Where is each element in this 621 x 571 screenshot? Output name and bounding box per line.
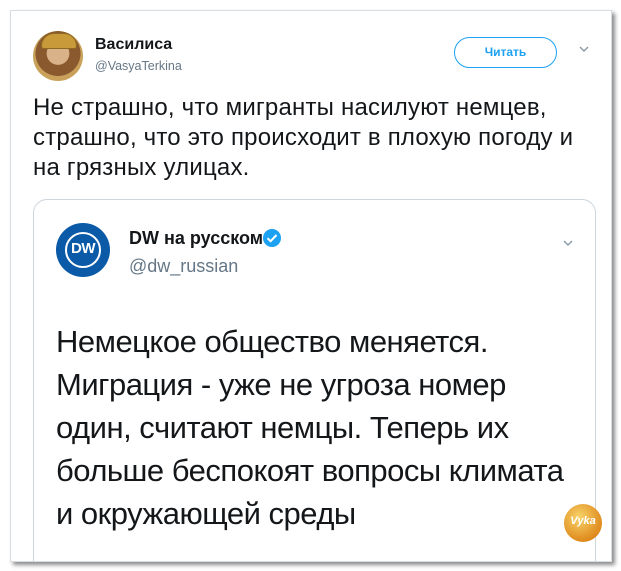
watermark-logo: Vyka <box>564 504 602 542</box>
chevron-down-icon[interactable] <box>561 236 575 250</box>
dw-logo[interactable]: DW <box>56 223 110 277</box>
quoted-tweet-text: Немецкое общество меняется. Миграция - у… <box>56 324 564 531</box>
verified-badge-icon <box>263 229 281 247</box>
logo-text: DW <box>71 240 96 257</box>
quoted-author-handle[interactable]: @dw_russian <box>129 256 238 277</box>
avatar[interactable] <box>33 31 83 81</box>
author-handle[interactable]: @VasyaTerkina <box>95 59 182 73</box>
crown-decoration <box>41 33 77 49</box>
tweet-card: Василиса @VasyaTerkina Читать Не страшно… <box>10 10 612 562</box>
author-name[interactable]: Василиса <box>95 36 172 54</box>
watermark-text: Vyka <box>570 515 596 527</box>
quoted-author-name[interactable]: DW на русском <box>129 228 263 249</box>
chevron-down-icon[interactable] <box>577 42 591 56</box>
follow-button[interactable]: Читать <box>454 37 557 68</box>
quoted-tweet[interactable]: DW DW на русском @dw_russian Немецкое об… <box>33 199 596 561</box>
tweet-text: Не страшно, что мигранты насилуют немцев… <box>33 94 574 181</box>
